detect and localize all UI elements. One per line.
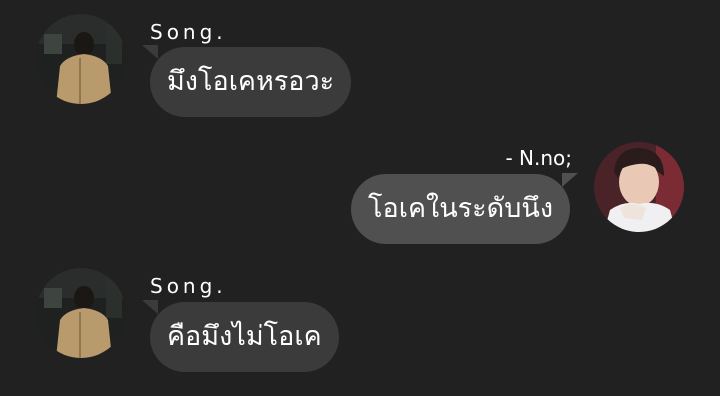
avatar-song[interactable] [36, 14, 126, 104]
bubble-tail [562, 173, 578, 187]
message-bubble[interactable]: มึงโอเคหรอวะ [150, 47, 352, 117]
message-row-1: Song. มึงโอเคหรอวะ [0, 0, 720, 130]
bubble-tail [142, 45, 158, 59]
sender-name: Song. [150, 20, 227, 44]
avatar-n-no[interactable] [594, 142, 684, 232]
message-bubble[interactable]: โอเคในระดับนึง [351, 174, 570, 244]
sender-name: Song. [150, 274, 227, 298]
sender-name: - N.no; [505, 146, 572, 170]
bubble-tail [142, 300, 158, 314]
message-row-3: Song. คือมึงไม่โอเค [0, 260, 720, 396]
message-row-2: - N.no; โอเคในระดับนึง [0, 130, 720, 260]
avatar-song[interactable] [36, 268, 126, 358]
message-bubble[interactable]: คือมึงไม่โอเค [150, 302, 339, 372]
